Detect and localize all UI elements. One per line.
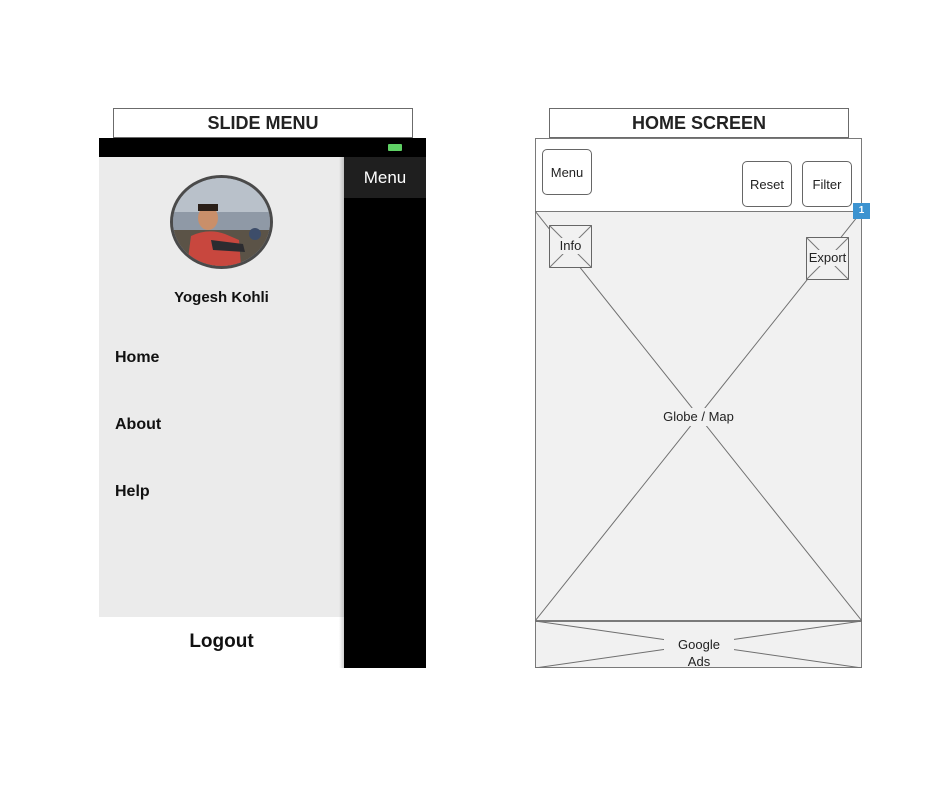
avatar[interactable] [170,175,273,269]
menu-button[interactable]: Menu [542,149,592,195]
filter-button[interactable]: Filter [802,161,852,207]
user-name: Yogesh Kohli [174,289,269,306]
home-screen-title: HOME SCREEN [549,108,849,138]
annotation-badge: 1 [853,203,870,219]
slide-menu-title: SLIDE MENU [113,108,413,138]
nav-item-home[interactable]: Home [115,349,159,367]
ads-label: Google Ads [664,636,734,669]
logout-button[interactable]: Logout [99,631,344,653]
export-label: Export [807,250,848,266]
status-bar [99,138,426,157]
menu-toggle-button[interactable]: Menu [344,157,426,198]
map-label: Globe / Map [660,408,737,426]
main-content-overlay[interactable] [344,157,426,668]
nav-item-about[interactable]: About [115,416,161,434]
reset-button[interactable]: Reset [742,161,792,207]
avatar-photo-icon [173,178,270,266]
nav-item-help[interactable]: Help [115,483,150,501]
battery-icon [388,144,402,151]
info-label: Info [557,238,584,254]
export-button[interactable]: Export [806,237,849,280]
info-button[interactable]: Info [549,225,592,268]
